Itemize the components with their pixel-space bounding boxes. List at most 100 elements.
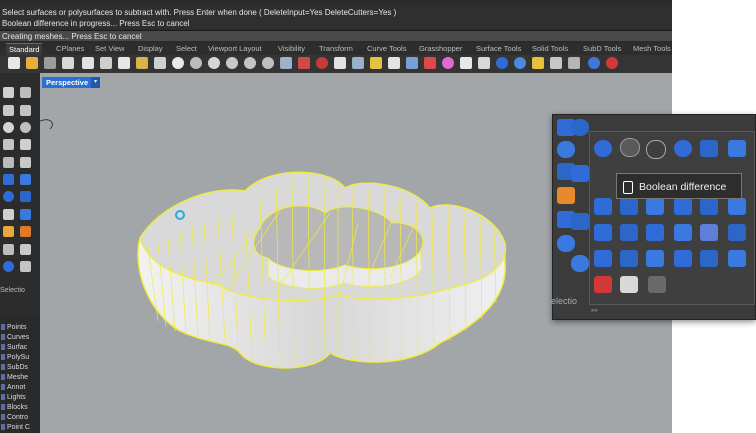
paste-icon[interactable] bbox=[136, 57, 148, 69]
tab-select[interactable]: Select bbox=[176, 43, 197, 55]
polyline-icon[interactable] bbox=[3, 105, 14, 116]
zoom-icon[interactable] bbox=[208, 57, 220, 69]
zoom-selected-icon[interactable] bbox=[262, 57, 274, 69]
solid-tool-icon[interactable] bbox=[571, 255, 589, 272]
arc-icon[interactable] bbox=[20, 122, 31, 133]
surface-icon[interactable] bbox=[3, 174, 14, 185]
gear-icon[interactable] bbox=[568, 57, 580, 69]
layer-row[interactable]: Curves bbox=[0, 333, 40, 343]
sphere-render-icon[interactable] bbox=[496, 57, 508, 69]
wireframe-view-icon[interactable] bbox=[352, 57, 364, 69]
four-view-icon[interactable] bbox=[280, 57, 292, 69]
viewport-title-perspective[interactable]: Perspective bbox=[42, 77, 93, 88]
solid-tool-icon[interactable] bbox=[674, 224, 692, 241]
extrude-icon[interactable] bbox=[20, 174, 31, 185]
layer-row[interactable]: Surfac bbox=[0, 343, 40, 353]
curve-icon[interactable] bbox=[20, 105, 31, 116]
viewport-menu-arrow-icon[interactable]: ▾ bbox=[91, 77, 100, 88]
tab-grasshopper[interactable]: Grasshopper bbox=[419, 43, 462, 55]
layer-row[interactable]: Points bbox=[0, 323, 40, 333]
tab-transform[interactable]: Transform bbox=[319, 43, 353, 55]
command-prompt-line[interactable]: Creating meshes... Press Esc to cancel bbox=[0, 30, 672, 41]
record-icon[interactable] bbox=[606, 57, 618, 69]
solid-tool-icon[interactable] bbox=[700, 224, 718, 241]
analyze-icon[interactable] bbox=[3, 261, 14, 272]
pan-hand-icon[interactable] bbox=[172, 57, 184, 69]
tab-surface-tools[interactable]: Surface Tools bbox=[476, 43, 521, 55]
solid-tool-icon[interactable] bbox=[620, 276, 638, 293]
solid-tool-icon[interactable] bbox=[594, 224, 612, 241]
fillet-curve-icon[interactable] bbox=[3, 157, 14, 168]
boolean-split-icon[interactable] bbox=[674, 140, 692, 157]
solid-tool-icon[interactable] bbox=[674, 250, 692, 267]
osnap-icon[interactable] bbox=[370, 57, 382, 69]
rectangle-icon[interactable] bbox=[3, 139, 14, 150]
tab-mesh-tools[interactable]: Mesh Tools bbox=[633, 43, 671, 55]
tab-solid-tools[interactable]: Solid Tools bbox=[532, 43, 568, 55]
solid-tool-icon[interactable] bbox=[728, 250, 746, 267]
select-arrow-icon[interactable] bbox=[3, 87, 14, 98]
solid-tool-icon[interactable] bbox=[728, 198, 746, 215]
layer-icon[interactable] bbox=[406, 57, 418, 69]
rotate-view-icon[interactable] bbox=[190, 57, 202, 69]
tab-curve-tools[interactable]: Curve Tools bbox=[367, 43, 406, 55]
boolean-intersection-icon[interactable] bbox=[646, 140, 666, 159]
layer-row[interactable]: PolySu bbox=[0, 353, 40, 363]
undo-icon[interactable] bbox=[154, 57, 166, 69]
properties-icon[interactable] bbox=[424, 57, 436, 69]
flyout-expand-icon[interactable]: »» bbox=[591, 308, 598, 314]
lightbulb-icon[interactable] bbox=[388, 57, 400, 69]
render-window-icon[interactable] bbox=[460, 57, 472, 69]
tab-cplanes[interactable]: CPlanes bbox=[56, 43, 84, 55]
new-file-icon[interactable] bbox=[8, 57, 20, 69]
solid-tool-icon[interactable] bbox=[700, 198, 718, 215]
material-icon[interactable] bbox=[514, 57, 526, 69]
solid-tool-icon[interactable] bbox=[646, 250, 664, 267]
boolean-union-icon[interactable] bbox=[20, 226, 31, 237]
tab-display[interactable]: Display bbox=[138, 43, 163, 55]
solid-tool-icon[interactable] bbox=[557, 141, 575, 158]
zoom-extents-icon[interactable] bbox=[244, 57, 256, 69]
tab-visibility[interactable]: Visibility bbox=[278, 43, 305, 55]
layer-row[interactable]: Point C bbox=[0, 423, 40, 433]
circle-icon[interactable] bbox=[3, 122, 14, 133]
solid-tool-icon[interactable] bbox=[594, 276, 612, 293]
sphere-solid-icon[interactable] bbox=[3, 191, 14, 202]
color-wheel-icon[interactable] bbox=[442, 57, 454, 69]
save-icon[interactable] bbox=[44, 57, 56, 69]
boolean-explode-icon[interactable] bbox=[557, 187, 575, 204]
copy-icon[interactable] bbox=[118, 57, 130, 69]
cut-icon[interactable] bbox=[100, 57, 112, 69]
solid-tool-icon[interactable] bbox=[700, 250, 718, 267]
solid-tool-icon[interactable] bbox=[620, 198, 638, 215]
boolean-union-icon[interactable] bbox=[594, 140, 612, 157]
solid-tool-icon[interactable] bbox=[674, 198, 692, 215]
help-icon[interactable] bbox=[588, 57, 600, 69]
point-icon[interactable] bbox=[20, 87, 31, 98]
copy-object-icon[interactable] bbox=[20, 244, 31, 255]
document-properties-icon[interactable] bbox=[82, 57, 94, 69]
solid-tool-icon[interactable] bbox=[594, 250, 612, 267]
layer-row[interactable]: Blocks bbox=[0, 403, 40, 413]
zoom-window-icon[interactable] bbox=[226, 57, 238, 69]
box-solid-icon[interactable] bbox=[20, 191, 31, 202]
grid-snap-icon[interactable] bbox=[334, 57, 346, 69]
tab-set-view[interactable]: Set View bbox=[95, 43, 124, 55]
display-mode-icon[interactable] bbox=[478, 57, 490, 69]
sun-light-icon[interactable] bbox=[532, 57, 544, 69]
layer-row[interactable]: Meshe bbox=[0, 373, 40, 383]
solid-tool-icon[interactable] bbox=[646, 198, 664, 215]
move-icon[interactable] bbox=[3, 244, 14, 255]
solid-tool-icon[interactable] bbox=[594, 198, 612, 215]
solid-tool-icon[interactable] bbox=[557, 235, 575, 252]
car-render-icon[interactable] bbox=[316, 57, 328, 69]
solid-tool-icon[interactable] bbox=[571, 119, 589, 136]
options-icon[interactable] bbox=[550, 57, 562, 69]
tab-viewport-layout[interactable]: Viewport Layout bbox=[208, 43, 262, 55]
solid-tool-icon[interactable] bbox=[571, 165, 589, 182]
select-all-icon[interactable] bbox=[298, 57, 310, 69]
dimension-icon[interactable] bbox=[20, 261, 31, 272]
explode-icon[interactable] bbox=[3, 226, 14, 237]
subd-icon[interactable] bbox=[20, 209, 31, 220]
layer-row[interactable]: Annot bbox=[0, 383, 40, 393]
